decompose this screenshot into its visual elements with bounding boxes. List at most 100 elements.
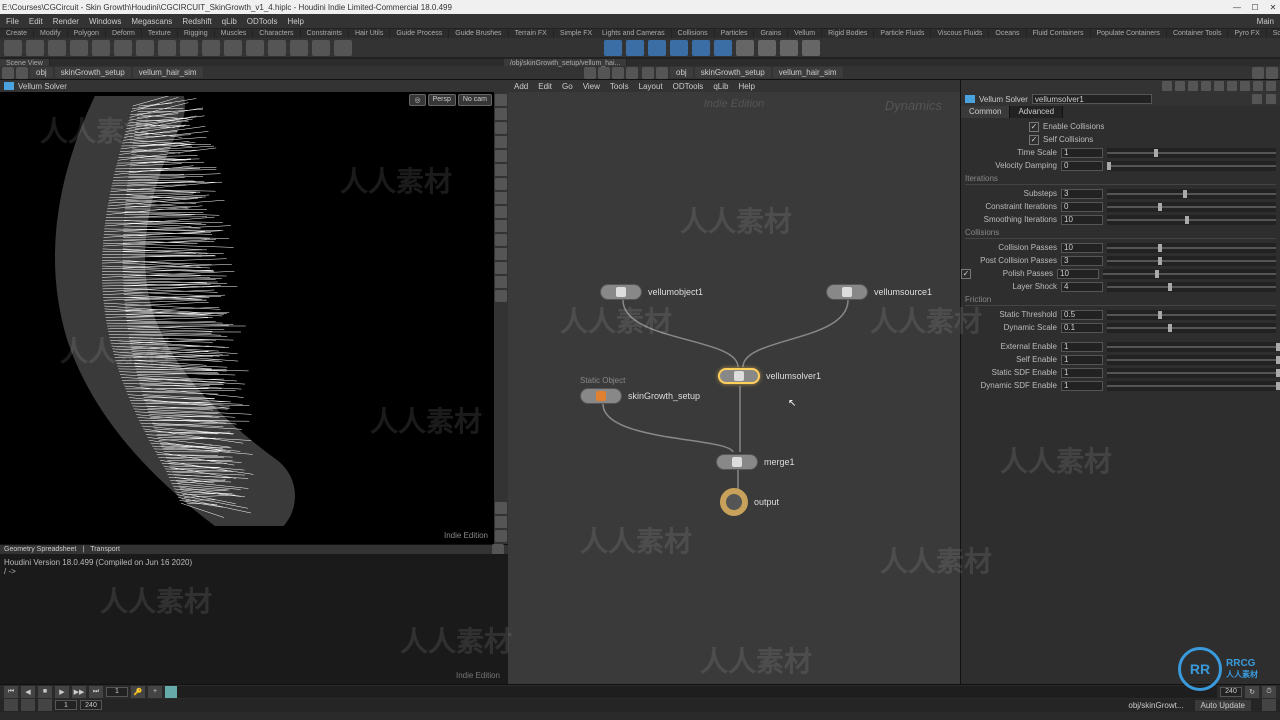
menu-windows[interactable]: Windows xyxy=(89,17,121,26)
shelf-tab[interactable]: Texture xyxy=(142,29,178,38)
tl-tool-icon[interactable] xyxy=(21,699,35,711)
path-crumb[interactable]: vellum_hair_sim xyxy=(773,67,843,78)
play-stop-button[interactable]: ■ xyxy=(38,686,52,698)
param-tab-common[interactable]: Common xyxy=(961,106,1010,118)
shelf-tab[interactable]: Simple FX xyxy=(554,29,596,38)
net-menu-item[interactable]: ODTools xyxy=(673,82,704,91)
param-slider[interactable] xyxy=(1107,342,1276,352)
shelf-tool-icon[interactable] xyxy=(802,40,820,56)
param-tool-icon[interactable] xyxy=(1201,81,1211,91)
path-crumb-obj[interactable]: obj xyxy=(30,67,53,78)
param-tool-icon[interactable] xyxy=(1175,81,1185,91)
shelf-tab[interactable]: Rigid Bodies xyxy=(822,29,874,38)
shelf-tab[interactable]: Create xyxy=(0,29,34,38)
vp-tool-icon[interactable] xyxy=(495,122,507,134)
key-add-icon[interactable]: + xyxy=(148,686,162,698)
timeline-start[interactable] xyxy=(55,700,77,710)
path-tool-icon[interactable] xyxy=(598,67,610,79)
param-slider[interactable] xyxy=(1107,161,1276,171)
window-min-button[interactable]: — xyxy=(1232,3,1242,12)
viewport-nocam-pill[interactable]: No cam xyxy=(458,94,492,106)
shelf-tab[interactable]: Constraints xyxy=(301,29,349,38)
param-slider[interactable] xyxy=(1103,269,1276,279)
status-crumb[interactable]: obj/skinGrowt... xyxy=(1128,701,1183,710)
shelf-tool-icon[interactable] xyxy=(136,40,154,56)
shelf-tool-icon[interactable] xyxy=(312,40,330,56)
window-max-button[interactable]: ☐ xyxy=(1250,3,1260,12)
param-tool-icon[interactable] xyxy=(1162,81,1172,91)
path-crumb-obj[interactable]: obj xyxy=(670,67,693,78)
param-field-colpasses[interactable] xyxy=(1061,243,1103,253)
shelf-tool-icon[interactable] xyxy=(4,40,22,56)
vp-tool-icon[interactable] xyxy=(495,262,507,274)
vp-tool-icon[interactable] xyxy=(495,516,507,528)
tl-tool-icon[interactable] xyxy=(1262,699,1276,711)
param-tool-icon[interactable] xyxy=(1266,81,1276,91)
vp-tool-icon[interactable] xyxy=(495,192,507,204)
timeline-track[interactable] xyxy=(165,686,1217,698)
vp-tool-icon[interactable] xyxy=(495,164,507,176)
context-tab-left[interactable]: Scene View xyxy=(0,59,50,66)
vp-tool-icon[interactable] xyxy=(495,108,507,120)
menu-redshift[interactable]: Redshift xyxy=(182,17,211,26)
shelf-tab[interactable]: Polygon xyxy=(68,29,106,38)
node-skingrowth[interactable]: Static Object skinGrowth_setup xyxy=(580,388,700,404)
path-crumb[interactable]: skinGrowth_setup xyxy=(55,67,131,78)
shelf-tool-icon[interactable] xyxy=(202,40,220,56)
shelf-tab[interactable]: Fluid Containers xyxy=(1027,29,1091,38)
net-menu-item[interactable]: View xyxy=(583,82,600,91)
play-prev-button[interactable]: ◀ xyxy=(21,686,35,698)
gear-icon[interactable] xyxy=(1252,94,1262,104)
path-back-icon[interactable] xyxy=(2,67,14,79)
viewport-camera-menu[interactable]: Persp xyxy=(428,94,456,106)
tl-tool-icon[interactable] xyxy=(38,699,52,711)
vp-tool-icon[interactable] xyxy=(495,220,507,232)
shelf-tab[interactable]: Container Tools xyxy=(1167,29,1229,38)
vp-tool-icon[interactable] xyxy=(495,150,507,162)
vp-tool-icon[interactable] xyxy=(495,276,507,288)
param-field-polish[interactable] xyxy=(1057,269,1099,279)
param-slider[interactable] xyxy=(1107,189,1276,199)
param-slider[interactable] xyxy=(1107,310,1276,320)
vp-tool-icon[interactable] xyxy=(495,248,507,260)
shelf-tab[interactable]: Deform xyxy=(106,29,142,38)
shelf-tool-icon[interactable] xyxy=(92,40,110,56)
path-tool-icon[interactable] xyxy=(1252,67,1264,79)
shelf-tool-icon[interactable] xyxy=(670,40,688,56)
shelf-tool-icon[interactable] xyxy=(758,40,776,56)
param-tool-icon[interactable] xyxy=(1214,81,1224,91)
param-slider[interactable] xyxy=(1107,355,1276,365)
param-field-staticsdf[interactable] xyxy=(1061,368,1103,378)
node-output[interactable]: output xyxy=(720,488,779,516)
menu-file[interactable]: File xyxy=(6,17,19,26)
timeline-playhead[interactable] xyxy=(165,686,177,698)
param-field-extenable[interactable] xyxy=(1061,342,1103,352)
param-field-timescale[interactable] xyxy=(1061,148,1103,158)
shelf-tool-icon[interactable] xyxy=(246,40,264,56)
shelf-tool-icon[interactable] xyxy=(114,40,132,56)
checkbox-polish[interactable] xyxy=(961,269,971,279)
viewport-eye-icon[interactable]: ◎ xyxy=(409,94,425,106)
shelf-tab[interactable]: Grains xyxy=(754,29,788,38)
shelf-tab[interactable]: Vellum xyxy=(788,29,822,38)
net-menu-item[interactable]: Layout xyxy=(639,82,663,91)
timeline-end-frame[interactable] xyxy=(1220,687,1242,697)
shelf-tool-icon[interactable] xyxy=(692,40,710,56)
param-slider[interactable] xyxy=(1107,148,1276,158)
play-first-button[interactable]: ⏮ xyxy=(4,686,18,698)
vp-tool-icon[interactable] xyxy=(495,234,507,246)
timeline-end2[interactable] xyxy=(80,700,102,710)
menu-help[interactable]: Help xyxy=(287,17,303,26)
param-slider[interactable] xyxy=(1107,202,1276,212)
param-tool-icon[interactable] xyxy=(1188,81,1198,91)
shelf-tool-icon[interactable] xyxy=(626,40,644,56)
tl-tool-icon[interactable] xyxy=(4,699,18,711)
path-tool-icon[interactable] xyxy=(584,67,596,79)
shelf-tab[interactable]: Solid xyxy=(1267,29,1280,38)
loop-icon[interactable]: ↻ xyxy=(1245,686,1259,698)
viewport[interactable]: ◎ Persp No cam Indie Edition xyxy=(0,92,508,544)
vp-tool-icon[interactable] xyxy=(495,530,507,542)
shelf-tab[interactable]: Viscous Fluids xyxy=(931,29,989,38)
terminal-tab[interactable]: Geometry Spreadsheet xyxy=(4,546,76,553)
shelf-tool-icon[interactable] xyxy=(648,40,666,56)
